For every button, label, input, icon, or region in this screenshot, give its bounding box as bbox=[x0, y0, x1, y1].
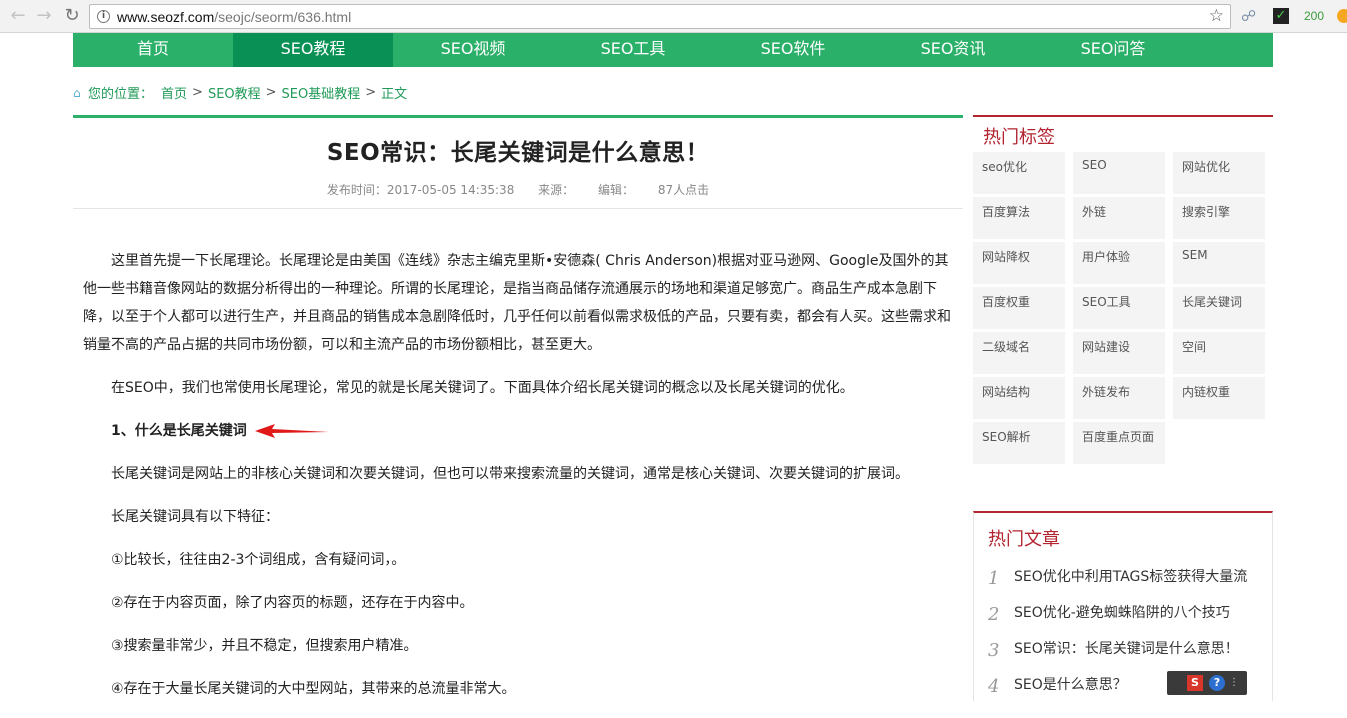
hot-article-rank: 4 bbox=[988, 676, 1000, 697]
hot-article-title[interactable]: SEO常识：长尾关键词是什么意思！ bbox=[1014, 641, 1239, 657]
article-paragraph: 长尾关键词是网站上的非核心关键词和次要关键词，但也可以带来搜索流量的关键词，通常… bbox=[111, 466, 909, 482]
hot-article-item[interactable]: 2 SEO优化-避免蜘蛛陷阱的八个技巧 bbox=[974, 599, 1272, 635]
tag-item[interactable]: 网站优化 bbox=[1173, 152, 1265, 194]
input-method-icon[interactable]: S bbox=[1187, 675, 1203, 691]
tag-item[interactable]: SEO工具 bbox=[1073, 287, 1165, 329]
hot-article-title[interactable]: SEO是什么意思？ bbox=[1014, 677, 1127, 693]
tag-item[interactable]: 网站建设 bbox=[1073, 332, 1165, 374]
tag-item[interactable]: 百度权重 bbox=[973, 287, 1065, 329]
article-paragraph: ③搜索量非常少，并且不稳定，但搜索用户精准。 bbox=[111, 638, 418, 654]
hot-articles-title: 热门文章 bbox=[988, 529, 1060, 550]
tag-item[interactable]: 长尾关键词 bbox=[1173, 287, 1265, 329]
article-paragraph: ①比较长，往往由2-3个词组成，含有疑问词，。 bbox=[111, 552, 406, 568]
tag-item[interactable]: 外链发布 bbox=[1073, 377, 1165, 419]
url-text: www.seozf.com/seojc/seorm/636.html bbox=[117, 9, 351, 25]
tag-item[interactable]: 用户体验 bbox=[1073, 242, 1165, 284]
home-icon: ⌂ bbox=[73, 85, 81, 100]
article-paragraph: 这里首先提一下长尾理论。长尾理论是由美国《连线》杂志主编克里斯•安德森( Chr… bbox=[83, 253, 951, 353]
breadcrumb-sep: > bbox=[365, 85, 377, 100]
article-body: 这里首先提一下长尾理论。长尾理论是由美国《连线》杂志主编克里斯•安德森( Chr… bbox=[73, 209, 963, 703]
help-icon[interactable]: ? bbox=[1209, 675, 1225, 691]
article-editor: 编辑： bbox=[598, 183, 635, 197]
tag-item[interactable]: 搜索引擎 bbox=[1173, 197, 1265, 239]
forward-icon[interactable]: → bbox=[33, 5, 55, 27]
extension-count[interactable]: 200 bbox=[1304, 7, 1324, 25]
hot-tags-panel: 热门标签 seo优化 SEO 网站优化 百度算法 外链 搜索引擎 网站降权 用户… bbox=[973, 115, 1273, 467]
more-icon[interactable]: ⋮ bbox=[1229, 675, 1241, 691]
tag-item[interactable]: SEO bbox=[1073, 152, 1165, 194]
floating-toolbar[interactable]: S ? ⋮ bbox=[1167, 671, 1247, 695]
article-source: 来源： bbox=[538, 183, 575, 197]
nav-item-seo-news[interactable]: SEO资讯 bbox=[873, 33, 1033, 67]
url-host: www.seozf.com bbox=[117, 9, 215, 25]
article-title: SEO常识：长尾关键词是什么意思！ bbox=[326, 140, 710, 166]
tag-item[interactable]: 百度算法 bbox=[973, 197, 1065, 239]
hot-article-item[interactable]: 3 SEO常识：长尾关键词是什么意思！ bbox=[974, 635, 1272, 671]
nav-item-seo-tools[interactable]: SEO工具 bbox=[553, 33, 713, 67]
article-heading: 1、什么是长尾关键词 bbox=[83, 417, 953, 445]
hot-article-title[interactable]: SEO优化中利用TAGS标签获得大量流 bbox=[1014, 569, 1247, 585]
hot-tags-grid: seo优化 SEO 网站优化 百度算法 外链 搜索引擎 网站降权 用户体验 SE… bbox=[973, 152, 1273, 467]
tag-item[interactable]: 外链 bbox=[1073, 197, 1165, 239]
nav-item-seo-tutorial[interactable]: SEO教程 bbox=[233, 33, 393, 67]
article-paragraph: 长尾关键词具有以下特征： bbox=[111, 509, 279, 525]
nav-item-home[interactable]: 首页 bbox=[73, 33, 233, 67]
url-path: /seojc/seorm/636.html bbox=[214, 9, 352, 25]
nav-item-seo-qa[interactable]: SEO问答 bbox=[1033, 33, 1193, 67]
tag-item[interactable]: SEM bbox=[1173, 242, 1265, 284]
hot-article-rank: 1 bbox=[988, 568, 1000, 589]
tag-item[interactable]: seo优化 bbox=[973, 152, 1065, 194]
article-paragraph: 在SEO中，我们也常使用长尾理论，常见的就是长尾关键词了。下面具体介绍长尾关键词… bbox=[111, 380, 854, 396]
hot-article-title[interactable]: SEO优化-避免蜘蛛陷阱的八个技巧 bbox=[1014, 605, 1230, 621]
article: SEO常识：长尾关键词是什么意思！ 发布时间：2017-05-05 14:35:… bbox=[73, 115, 963, 718]
breadcrumb-sep: > bbox=[265, 85, 277, 100]
tag-item[interactable]: 百度重点页面 bbox=[1073, 422, 1165, 464]
breadcrumb: ⌂ 您的位置： 首页 > SEO教程 > SEO基础教程 > 正文 bbox=[73, 83, 407, 102]
breadcrumb-item-home[interactable]: 首页 bbox=[161, 87, 187, 102]
hot-article-rank: 3 bbox=[988, 640, 1000, 661]
nav-item-seo-video[interactable]: SEO视频 bbox=[393, 33, 553, 67]
browser-toolbar: ← → ↻ i www.seozf.com/seojc/seorm/636.ht… bbox=[0, 0, 1347, 33]
article-paragraph: ④存在于大量长尾关键词的大中型网站，其带来的总流量非常大。 bbox=[111, 681, 516, 697]
tag-item[interactable]: 网站降权 bbox=[973, 242, 1065, 284]
tag-item[interactable]: 网站结构 bbox=[973, 377, 1065, 419]
article-clicks: 87人点击 bbox=[657, 183, 710, 197]
article-heading-text: 1、什么是长尾关键词 bbox=[111, 423, 247, 439]
address-bar[interactable]: i www.seozf.com/seojc/seorm/636.html ☆ bbox=[89, 4, 1231, 29]
article-publish-time: 发布时间：2017-05-05 14:35:38 bbox=[326, 183, 515, 197]
extension-orange-icon[interactable] bbox=[1337, 9, 1347, 23]
breadcrumb-item-seo-tutorial[interactable]: SEO教程 bbox=[208, 87, 261, 102]
extension-share-icon[interactable]: ☍ bbox=[1241, 7, 1259, 25]
breadcrumb-sep: > bbox=[192, 85, 203, 100]
tag-item[interactable]: 二级域名 bbox=[973, 332, 1065, 374]
site-nav: 首页 SEO教程 SEO视频 SEO工具 SEO软件 SEO资讯 SEO问答 bbox=[73, 33, 1273, 67]
article-top-bar bbox=[73, 115, 963, 118]
breadcrumb-prefix: 您的位置： bbox=[88, 87, 154, 102]
hot-article-rank: 2 bbox=[988, 604, 1000, 625]
extension-check-icon[interactable]: ✓ bbox=[1273, 8, 1289, 24]
article-paragraph: ②存在于内容页面，除了内容页的标题，还存在于内容中。 bbox=[111, 595, 474, 611]
tag-item[interactable]: 空间 bbox=[1173, 332, 1265, 374]
tag-item[interactable]: SEO解析 bbox=[973, 422, 1065, 464]
page-info-icon[interactable]: i bbox=[97, 10, 110, 23]
red-arrow-icon bbox=[255, 424, 329, 438]
hot-article-item[interactable]: 1 SEO优化中利用TAGS标签获得大量流 bbox=[974, 563, 1272, 599]
nav-item-seo-software[interactable]: SEO软件 bbox=[713, 33, 873, 67]
breadcrumb-item-seo-basics[interactable]: SEO基础教程 bbox=[282, 87, 361, 102]
tag-item[interactable]: 内链权重 bbox=[1173, 377, 1265, 419]
reload-icon[interactable]: ↻ bbox=[61, 5, 83, 27]
hot-tags-title: 热门标签 bbox=[983, 127, 1055, 148]
breadcrumb-item-current: 正文 bbox=[381, 87, 408, 102]
article-meta: 发布时间：2017-05-05 14:35:38 来源： 编辑： 87人点击 bbox=[73, 181, 963, 198]
bookmark-star-icon[interactable]: ☆ bbox=[1209, 6, 1224, 26]
back-icon[interactable]: ← bbox=[7, 5, 29, 27]
